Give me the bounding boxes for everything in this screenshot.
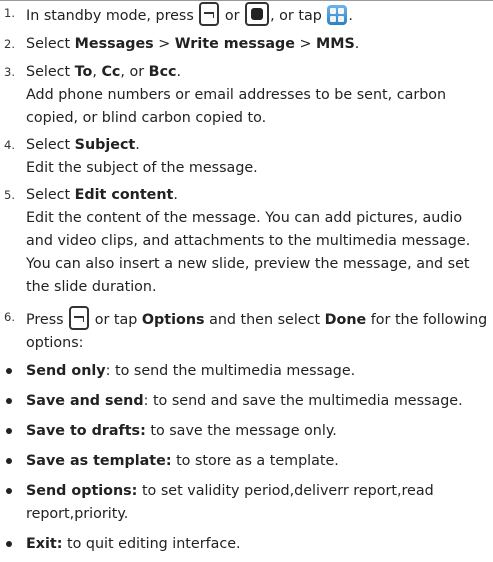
bullet-icon xyxy=(6,488,12,494)
menu-app-icon xyxy=(327,5,348,25)
left-softkey-icon xyxy=(199,2,220,26)
step-number: 6. xyxy=(4,310,15,324)
step-description: Add phone numbers or email addresses to … xyxy=(26,87,447,126)
top-divider xyxy=(0,0,493,1)
center-key-icon xyxy=(245,2,270,26)
bullet-icon xyxy=(6,368,12,374)
bullet-icon xyxy=(6,398,12,404)
step-number: 5. xyxy=(4,188,15,202)
step-number: 1. xyxy=(4,6,15,20)
step-number: 4. xyxy=(4,138,15,152)
step-description: Edit the content of the message. You can… xyxy=(26,210,471,295)
step-number: 3. xyxy=(4,65,15,79)
bullet-icon xyxy=(6,458,12,464)
step-number: 2. xyxy=(4,37,15,51)
left-softkey-icon xyxy=(69,306,90,330)
bullet-icon xyxy=(6,541,12,547)
step-description: Edit the subject of the message. xyxy=(26,160,258,176)
manual-page: 1. In standby mode, press or , or tap . … xyxy=(0,0,493,562)
bullet-icon xyxy=(6,428,12,434)
